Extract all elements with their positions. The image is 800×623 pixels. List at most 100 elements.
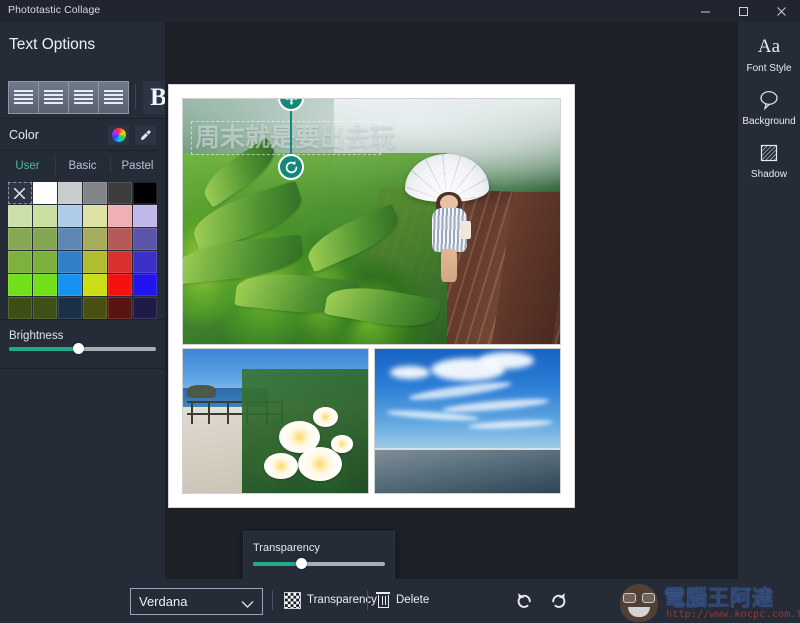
panel-divider [0, 118, 165, 119]
color-swatch[interactable] [133, 228, 157, 250]
sidebar-item-shadow[interactable]: Shadow [738, 138, 800, 180]
font-select[interactable]: Verdana [130, 588, 263, 615]
color-swatch[interactable] [33, 297, 57, 319]
color-swatch[interactable] [58, 182, 82, 204]
color-swatch[interactable] [108, 251, 132, 273]
watermark-url: http://www.kocpc.com.tw [666, 609, 800, 620]
color-swatch[interactable] [133, 274, 157, 296]
transparency-slider[interactable] [253, 558, 385, 569]
color-swatch[interactable] [83, 274, 107, 296]
color-swatch[interactable] [83, 228, 107, 250]
watermark-brand: 電腦王阿達 [664, 586, 774, 610]
color-swatch[interactable] [133, 205, 157, 227]
color-tools [108, 125, 156, 145]
toolbar-separator [272, 591, 274, 610]
delete-button-label: Delete [396, 594, 430, 606]
color-swatch[interactable] [33, 228, 57, 250]
font-style-icon: Aa [757, 36, 781, 57]
panel-bottom-divider [0, 368, 165, 369]
transparency-popup-label: Transparency [253, 542, 320, 554]
color-swatch[interactable] [8, 297, 32, 319]
color-swatch[interactable] [58, 251, 82, 273]
color-divider [0, 150, 165, 151]
color-swatch[interactable] [8, 205, 32, 227]
collage-sheet[interactable]: 周末就是要出去玩 [169, 85, 574, 507]
chevron-down-icon [241, 596, 254, 614]
watermark: 電腦王阿達 http://www.kocpc.com.tw [616, 580, 800, 622]
maximize-button[interactable] [724, 0, 762, 22]
background-bubble-icon [738, 85, 800, 115]
brightness-slider[interactable] [9, 343, 156, 354]
color-swatch[interactable] [108, 182, 132, 204]
color-swatch[interactable] [33, 274, 57, 296]
bottom-toolbar: Verdana Transparency Delete 電腦王阿達 http:/… [0, 579, 800, 623]
handle-connector [290, 111, 292, 156]
align-right-button[interactable] [68, 80, 99, 114]
minimize-button[interactable] [686, 0, 724, 22]
sidebar-item-font-style[interactable]: Aa Font Style [738, 32, 800, 74]
collage-grid: 周末就是要出去玩 [183, 99, 560, 493]
color-swatch[interactable] [83, 205, 107, 227]
tab-pastel[interactable]: Pastel [110, 154, 165, 178]
application-window: Phototastic Collage Text Options B Color… [0, 0, 800, 623]
color-swatch[interactable] [133, 251, 157, 273]
canvas-area[interactable]: 周末就是要出去玩 [165, 22, 738, 579]
color-swatch[interactable] [33, 182, 57, 204]
brightness-divider [0, 319, 165, 320]
text-layer-selection[interactable]: 周末就是要出去玩 [191, 121, 395, 155]
color-swatch[interactable] [58, 297, 82, 319]
color-section-heading: Color [9, 128, 39, 142]
color-swatch[interactable] [83, 251, 107, 273]
color-swatch[interactable] [33, 205, 57, 227]
color-swatch[interactable] [58, 274, 82, 296]
color-swatch[interactable] [108, 297, 132, 319]
color-swatch[interactable] [108, 205, 132, 227]
title-bar: Phototastic Collage [0, 0, 800, 22]
window-title: Phototastic Collage [8, 4, 101, 16]
font-select-value: Verdana [139, 594, 188, 609]
tab-basic[interactable]: Basic [55, 154, 110, 178]
color-swatch[interactable] [8, 228, 32, 250]
rotate-handle-icon[interactable] [278, 154, 304, 180]
color-swatch[interactable] [83, 297, 107, 319]
color-swatch[interactable] [108, 274, 132, 296]
color-swatch[interactable] [8, 251, 32, 273]
alignment-toolbar: B [8, 79, 174, 115]
toolbar-separator-2 [367, 591, 369, 610]
tab-user[interactable]: User [0, 154, 55, 178]
color-swatch[interactable] [108, 228, 132, 250]
photo-bottom-right[interactable] [375, 349, 560, 493]
watermark-face-icon [616, 580, 662, 622]
window-controls [686, 0, 800, 22]
redo-icon[interactable] [548, 589, 568, 609]
color-swatch-grid [8, 182, 158, 319]
align-center-button[interactable] [38, 80, 69, 114]
photo-top[interactable]: 周末就是要出去玩 [183, 99, 560, 344]
color-wheel-icon[interactable] [108, 125, 129, 145]
align-left-button[interactable] [8, 80, 39, 114]
color-tabs: User Basic Pastel [0, 154, 165, 178]
color-swatch[interactable] [8, 274, 32, 296]
eyedropper-icon[interactable] [135, 125, 156, 145]
transparency-button[interactable]: Transparency [284, 589, 377, 611]
swatch-none[interactable] [8, 182, 32, 204]
brightness-label: Brightness [9, 330, 64, 342]
undo-redo-group [514, 589, 568, 609]
delete-button[interactable]: Delete [376, 589, 429, 611]
sidebar-item-background[interactable]: Background [738, 85, 800, 127]
close-button[interactable] [762, 0, 800, 22]
toolbar-divider [135, 84, 136, 110]
checkerboard-icon [284, 591, 301, 609]
align-justify-button[interactable] [98, 80, 129, 114]
photo-bottom-left[interactable] [183, 349, 368, 493]
panel-title: Text Options [9, 36, 96, 53]
color-swatch[interactable] [83, 182, 107, 204]
undo-icon[interactable] [514, 589, 534, 609]
color-swatch[interactable] [33, 251, 57, 273]
tools-sidebar: Aa Font Style Background Shadow [738, 22, 800, 579]
color-swatch[interactable] [58, 228, 82, 250]
color-swatch[interactable] [133, 182, 157, 204]
color-swatch[interactable] [58, 205, 82, 227]
overlay-text[interactable]: 周末就是要出去玩 [195, 123, 395, 154]
color-swatch[interactable] [133, 297, 157, 319]
